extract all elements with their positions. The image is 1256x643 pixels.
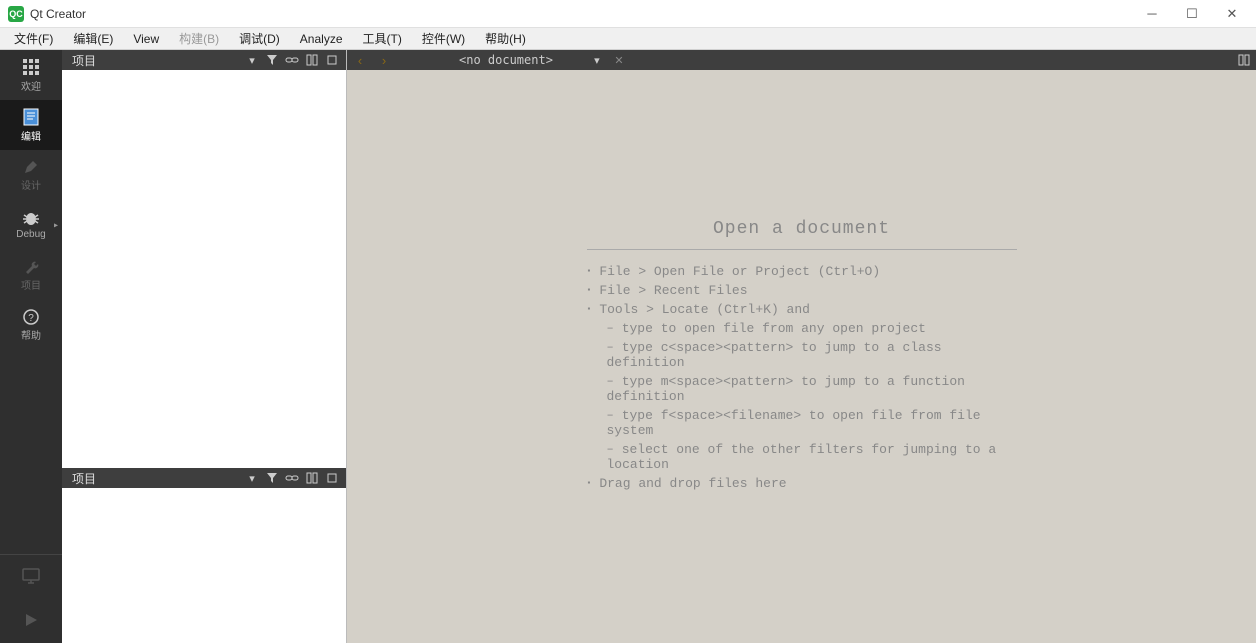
menu-file[interactable]: 文件(F)	[4, 28, 63, 49]
panel-header-bottom: 项目 ▾	[62, 468, 346, 488]
hint-item: File > Recent Files	[587, 283, 1017, 298]
hint-item: Tools > Locate (Ctrl+K) and	[587, 302, 1017, 317]
split-editor-icon[interactable]	[1236, 52, 1252, 68]
panel-title-top[interactable]: 项目	[68, 52, 240, 69]
link-icon[interactable]	[284, 470, 300, 486]
filter-icon[interactable]	[264, 470, 280, 486]
panel-header-top: 项目 ▾	[62, 50, 346, 70]
hint-subitem: type m<space><pattern> to jump to a func…	[587, 374, 1017, 404]
pencil-icon	[23, 159, 39, 175]
wrench-icon	[23, 259, 39, 275]
mode-projects-label: 项目	[21, 277, 41, 292]
panel-body-bottom	[62, 488, 346, 643]
titlebar: QC Qt Creator ─ ☐ ✕	[0, 0, 1256, 28]
menubar: 文件(F) 编辑(E) View 构建(B) 调试(D) Analyze 工具(…	[0, 28, 1256, 50]
target-selector[interactable]	[0, 555, 62, 599]
dropdown-icon[interactable]: ▾	[244, 470, 260, 486]
menu-view[interactable]: View	[123, 30, 169, 48]
menu-widgets[interactable]: 控件(W)	[412, 28, 475, 49]
editor-area: ‹ › <no document> ▾ ✕ Open a document Fi…	[347, 50, 1256, 643]
minimize-button[interactable]: ─	[1142, 4, 1162, 24]
window-controls: ─ ☐ ✕	[1142, 4, 1242, 24]
svg-text:?: ?	[28, 313, 34, 324]
mode-help[interactable]: ? 帮助	[0, 300, 62, 350]
play-icon	[23, 612, 39, 628]
mode-design[interactable]: 设计	[0, 150, 62, 200]
hint-item: Drag and drop files here	[587, 476, 1017, 491]
split-icon[interactable]	[304, 470, 320, 486]
welcome-hint: Open a document File > Open File or Proj…	[587, 219, 1017, 495]
grid-icon	[22, 58, 40, 76]
document-icon	[23, 108, 39, 126]
help-icon: ?	[23, 309, 39, 325]
side-panel-area: 项目 ▾ 项目 ▾	[62, 50, 347, 643]
mode-debug-label: Debug	[16, 229, 45, 240]
nav-forward-icon[interactable]: ›	[375, 53, 393, 68]
hint-subitem: type f<space><filename> to open file fro…	[587, 408, 1017, 438]
welcome-title: Open a document	[587, 219, 1017, 250]
menu-analyze[interactable]: Analyze	[290, 30, 353, 48]
mode-debug[interactable]: Debug ▸	[0, 200, 62, 250]
maximize-button[interactable]: ☐	[1182, 4, 1202, 24]
dropdown-icon[interactable]: ▾	[589, 52, 605, 68]
mode-projects[interactable]: 项目	[0, 250, 62, 300]
close-panel-icon[interactable]	[324, 470, 340, 486]
editor-header: ‹ › <no document> ▾ ✕	[347, 50, 1256, 70]
editor-body[interactable]: Open a document File > Open File or Proj…	[347, 70, 1256, 643]
dropdown-icon[interactable]: ▾	[244, 52, 260, 68]
app-icon: QC	[8, 6, 24, 22]
mode-help-label: 帮助	[21, 327, 41, 342]
chevron-right-icon: ▸	[54, 221, 58, 230]
panel-body-top	[62, 70, 346, 468]
mode-welcome[interactable]: 欢迎	[0, 50, 62, 100]
close-button[interactable]: ✕	[1222, 4, 1242, 24]
mode-sidebar: 欢迎 编辑 设计 Debug ▸	[0, 50, 62, 643]
mode-welcome-label: 欢迎	[21, 78, 41, 93]
hint-item: File > Open File or Project (Ctrl+O)	[587, 264, 1017, 279]
nav-back-icon[interactable]: ‹	[351, 53, 369, 68]
monitor-icon	[21, 567, 41, 585]
window-title: Qt Creator	[30, 7, 1142, 21]
main-area: 欢迎 编辑 设计 Debug ▸	[0, 50, 1256, 643]
document-selector[interactable]: <no document>	[399, 53, 583, 67]
menu-tools[interactable]: 工具(T)	[353, 28, 412, 49]
menu-edit[interactable]: 编辑(E)	[63, 28, 123, 49]
close-panel-icon[interactable]	[324, 52, 340, 68]
mode-edit[interactable]: 编辑	[0, 100, 62, 150]
hint-subitem: type to open file from any open project	[587, 321, 1017, 336]
menu-help[interactable]: 帮助(H)	[475, 28, 536, 49]
link-icon[interactable]	[284, 52, 300, 68]
run-button[interactable]	[0, 599, 62, 643]
filter-icon[interactable]	[264, 52, 280, 68]
menu-build[interactable]: 构建(B)	[169, 28, 229, 49]
close-doc-icon[interactable]: ✕	[611, 52, 627, 68]
panel-title-bottom[interactable]: 项目	[68, 470, 240, 487]
mode-edit-label: 编辑	[21, 128, 41, 143]
menu-debug[interactable]: 调试(D)	[229, 28, 290, 49]
mode-design-label: 设计	[21, 177, 41, 192]
bug-icon	[22, 211, 40, 227]
hint-subitem: select one of the other filters for jump…	[587, 442, 1017, 472]
hint-subitem: type c<space><pattern> to jump to a clas…	[587, 340, 1017, 370]
split-icon[interactable]	[304, 52, 320, 68]
